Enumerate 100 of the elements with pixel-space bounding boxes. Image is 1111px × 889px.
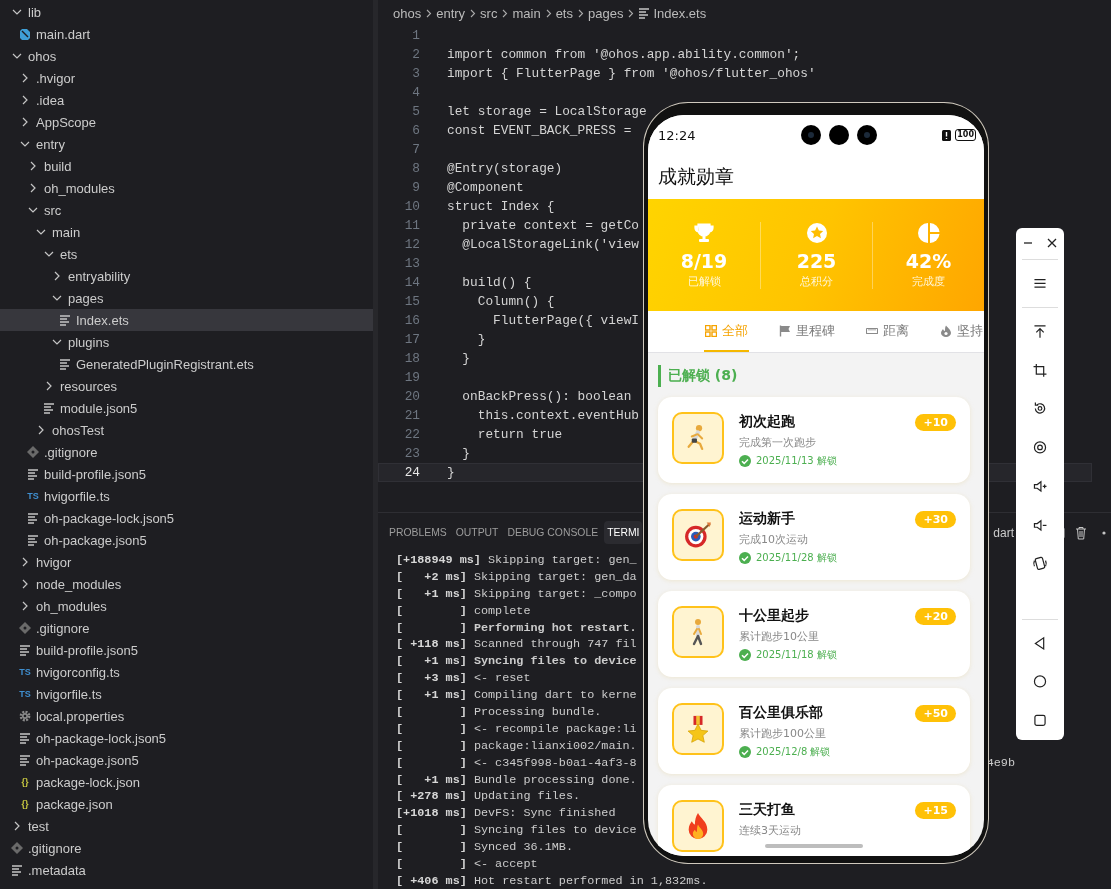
achievement-card[interactable]: 百公里俱乐部 +50 累计跑步100公里 2025/12/8 解锁: [658, 688, 970, 774]
folder-item[interactable]: .idea: [0, 89, 373, 111]
ts-file-icon: TS: [27, 491, 39, 501]
achievement-description: 连续3天运动: [739, 824, 801, 837]
log-message: complete: [472, 602, 531, 620]
folder-item[interactable]: oh_modules: [0, 177, 373, 199]
file-item[interactable]: build-profile.json5: [0, 463, 373, 485]
unlock-date: 2025/12/8 解锁: [756, 745, 831, 759]
file-item[interactable]: oh-package.json5: [0, 529, 373, 551]
breadcrumb-item[interactable]: entry: [436, 5, 466, 21]
crop-icon[interactable]: [1032, 362, 1048, 378]
text-file-icon: [19, 644, 31, 656]
category-tab[interactable]: 坚持: [939, 311, 984, 352]
file-item[interactable]: .gitignore: [0, 441, 373, 463]
file-item[interactable]: {} package.json: [0, 793, 373, 815]
achievement-card[interactable]: 运动新手 +30 完成10次运动 2025/11/28 解锁: [658, 494, 970, 580]
folder-item[interactable]: lib: [0, 1, 373, 23]
panel-tab[interactable]: PROBLEMS: [386, 521, 450, 544]
recents-icon[interactable]: [1032, 713, 1048, 728]
pin-top-icon[interactable]: [1032, 323, 1048, 339]
file-item[interactable]: .metadata: [0, 859, 373, 881]
breadcrumb-item[interactable]: ohos: [393, 5, 422, 21]
close-icon[interactable]: [1046, 237, 1058, 249]
file-item[interactable]: .gitignore: [0, 837, 373, 859]
file-item[interactable]: build-profile.json5: [0, 639, 373, 661]
line-number: 2: [411, 46, 420, 64]
panel-tab[interactable]: OUTPUT: [452, 521, 502, 544]
trash-icon[interactable]: [1074, 525, 1088, 540]
folder-item[interactable]: build: [0, 155, 373, 177]
check-icon: [739, 552, 751, 564]
folder-item[interactable]: node_modules: [0, 573, 373, 595]
file-item[interactable]: .gitignore: [0, 617, 373, 639]
achievement-card[interactable]: 初次起跑 +10 完成第一次跑步 2025/11/13 解锁: [658, 397, 970, 483]
volume-down-icon[interactable]: [1032, 517, 1048, 533]
file-item[interactable]: TS hvigorfile.ts: [0, 485, 373, 507]
folder-item[interactable]: entryability: [0, 265, 373, 287]
home-icon[interactable]: [1032, 674, 1048, 690]
file-item[interactable]: GeneratedPluginRegistrant.ets: [0, 353, 373, 375]
category-tab[interactable]: 里程碑: [778, 311, 836, 352]
line-number: 15: [403, 293, 420, 311]
folder-item[interactable]: .hvigor: [0, 67, 373, 89]
log-timestamp: [ ]: [396, 720, 467, 738]
line-number: 22: [403, 426, 420, 444]
file-item[interactable]: main.dart: [0, 23, 373, 45]
file-item[interactable]: oh-package-lock.json5: [0, 727, 373, 749]
file-item[interactable]: {} package-lock.json: [0, 771, 373, 793]
menu-icon[interactable]: [1032, 276, 1048, 291]
points-badge: +15: [915, 801, 956, 819]
code-line: let storage = LocalStorage: [447, 103, 647, 121]
ts-file-icon: TS: [19, 689, 31, 699]
breadcrumb-item[interactable]: main: [512, 5, 541, 21]
text-file-icon: [27, 512, 39, 524]
folder-item[interactable]: pages: [0, 287, 373, 309]
folder-item[interactable]: src: [0, 199, 373, 221]
folder-item[interactable]: ohosTest: [0, 419, 373, 441]
folder-item[interactable]: ets: [0, 243, 373, 265]
log-message: <- c345f998-b0a1-4af3-8: [472, 754, 637, 772]
file-item[interactable]: oh-package.json5: [0, 749, 373, 771]
file-item[interactable]: local.properties: [0, 705, 373, 727]
text-file-icon: [638, 7, 651, 19]
folder-item[interactable]: hvigor: [0, 551, 373, 573]
rotate-icon[interactable]: [1032, 401, 1048, 417]
code-line: }: [461, 350, 471, 368]
camera-cutout-icon: [800, 125, 877, 145]
file-item[interactable]: TS hvigorconfig.ts: [0, 661, 373, 683]
breadcrumb-item[interactable]: ets: [555, 5, 573, 21]
json-file-icon: {}: [19, 799, 31, 809]
file-item[interactable]: TS hvigorfile.ts: [0, 683, 373, 705]
folder-item[interactable]: oh_modules: [0, 595, 373, 617]
achievement-card[interactable]: 十公里起步 +20 累计跑步10公里 2025/11/18 解锁: [658, 591, 970, 677]
points-badge: +10: [915, 413, 956, 431]
file-item[interactable]: Index.ets: [0, 309, 373, 331]
breadcrumb-item[interactable]: src: [480, 5, 498, 21]
terminal-name[interactable]: dart: [993, 525, 1014, 540]
folder-item[interactable]: entry: [0, 133, 373, 155]
folder-item[interactable]: resources: [0, 375, 373, 397]
folder-item[interactable]: AppScope: [0, 111, 373, 133]
volume-up-icon[interactable]: [1032, 478, 1048, 494]
file-item[interactable]: oh-package-lock.json5: [0, 507, 373, 529]
log-timestamp: [+1018 ms]: [396, 805, 467, 823]
file-item[interactable]: module.json5: [0, 397, 373, 419]
breadcrumb-item[interactable]: pages: [588, 5, 624, 21]
folder-item[interactable]: main: [0, 221, 373, 243]
log-message: <- reset: [472, 670, 531, 688]
screenshot-icon[interactable]: [1032, 440, 1048, 455]
folder-item[interactable]: plugins: [0, 331, 373, 353]
achievement-card[interactable]: 三天打鱼 +15 连续3天运动: [658, 785, 970, 856]
folder-item[interactable]: test: [0, 815, 373, 837]
panel-tab[interactable]: TERMI: [604, 521, 643, 544]
log-timestamp: [ ]: [396, 619, 467, 637]
breadcrumb-item[interactable]: Index.ets: [653, 5, 707, 21]
stat-value: 225: [796, 249, 837, 272]
category-tab[interactable]: 距离: [865, 311, 910, 352]
rotate-device-icon[interactable]: [1032, 556, 1048, 572]
log-message: Scanned through 747 fil: [472, 636, 637, 654]
log-timestamp: [ ]: [396, 602, 467, 620]
folder-item[interactable]: ohos: [0, 45, 373, 67]
trophy-icon: [693, 221, 715, 244]
log-message: Bundle processing done.: [472, 771, 637, 789]
panel-tab[interactable]: DEBUG CONSOLE: [504, 521, 602, 544]
